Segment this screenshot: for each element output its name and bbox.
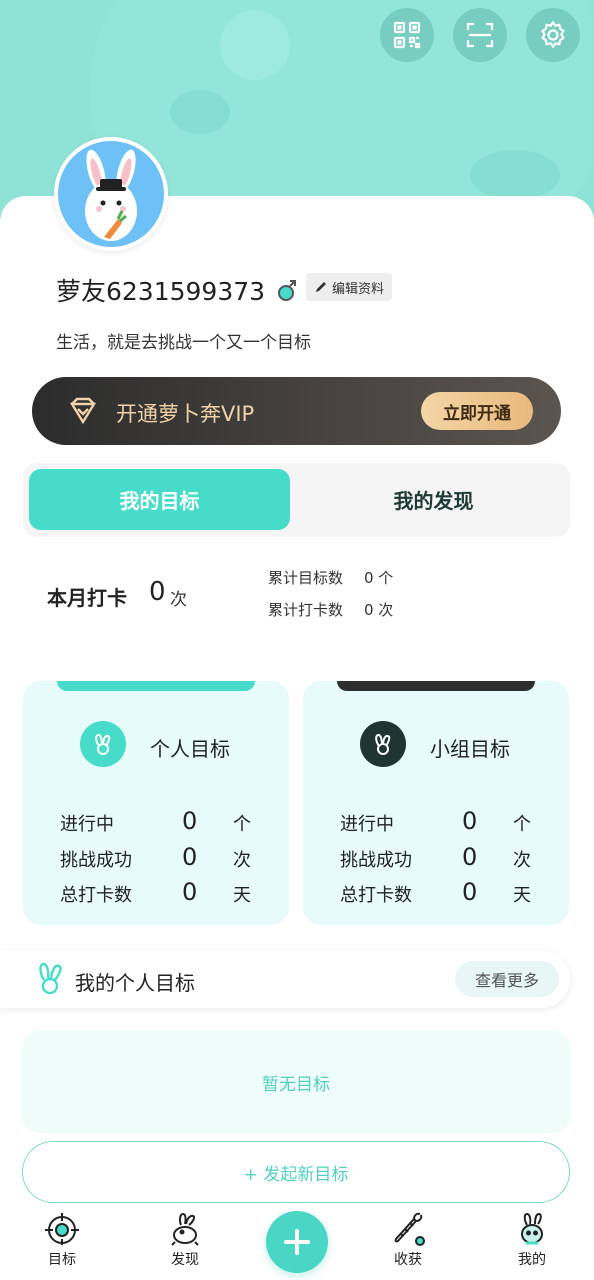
decor-bubble — [470, 150, 560, 200]
nav-label: 发现 — [171, 1252, 199, 1268]
gear-icon — [541, 20, 565, 49]
rabbit-face-icon — [521, 1212, 543, 1245]
qr-code-button[interactable] — [380, 8, 434, 62]
rabbit-ears-icon — [39, 962, 62, 995]
goal-stat-row: 进行中 0 个 — [340, 807, 540, 836]
nav-item-harvest[interactable]: 收获 — [368, 1205, 448, 1269]
monthly-checkin-unit: 次 — [170, 590, 187, 610]
nav-item-mine[interactable]: 我的 — [492, 1205, 572, 1269]
personal-goals-title: 我的个人目标 — [75, 971, 195, 995]
monthly-checkin-label: 本月打卡 — [47, 586, 127, 610]
stat-unit: 次 — [513, 850, 531, 871]
nav-label: 目标 — [48, 1252, 76, 1268]
stat-value: 0 — [182, 843, 198, 871]
total-goals-label: 累计目标数 — [268, 569, 344, 587]
goal-stat-row: 总打卡数 0 天 — [340, 878, 540, 907]
username-row: 萝友6231599373 — [56, 272, 299, 308]
target-icon — [45, 1213, 79, 1245]
stat-value: 0 — [182, 878, 198, 906]
new-goal-button[interactable]: + 发起新目标 — [22, 1141, 570, 1203]
avatar[interactable] — [54, 137, 168, 251]
stat-label: 挑战成功 — [340, 850, 412, 871]
decor-bubble — [220, 10, 290, 80]
vip-open-button[interactable]: 立即开通 — [421, 392, 533, 430]
stat-value: 0 — [462, 807, 478, 835]
stat-label: 总打卡数 — [340, 885, 412, 906]
total-checkins-row: 累计打卡数 0 次 — [268, 599, 393, 620]
group-goal-icon-wrap — [360, 721, 406, 767]
edit-profile-label: 编辑资料 — [332, 281, 385, 297]
total-goals-row: 累计目标数 0 个 — [268, 567, 393, 588]
rabbit-avatar-icon — [85, 149, 137, 241]
vip-text: 开通萝卜奔VIP — [116, 402, 255, 426]
plus-icon — [284, 1229, 310, 1255]
rabbit-ears-icon — [375, 733, 391, 755]
stat-value: 0 — [182, 807, 198, 835]
decor-bubble — [170, 90, 230, 134]
goal-stat-row: 总打卡数 0 天 — [60, 878, 260, 907]
gender-male-icon — [278, 280, 297, 301]
stat-unit: 天 — [513, 885, 531, 906]
qr-code-icon — [393, 21, 421, 49]
total-checkins-label: 累计打卡数 — [268, 601, 344, 619]
group-goal-card[interactable]: 小组目标 进行中 0 个 挑战成功 0 次 总打卡数 0 天 — [303, 681, 569, 925]
goal-stat-row: 挑战成功 0 次 — [60, 843, 260, 872]
carrot-icon — [394, 1212, 425, 1246]
tab-my-goals[interactable]: 我的目标 — [29, 469, 290, 530]
rabbit-run-icon — [171, 1212, 199, 1246]
goal-stat-row: 进行中 0 个 — [60, 807, 260, 836]
edit-profile-button[interactable]: 编辑资料 — [306, 273, 393, 301]
vip-banner[interactable]: 开通萝卜奔VIP 立即开通 — [32, 377, 561, 445]
stat-label: 进行中 — [340, 814, 394, 835]
settings-button[interactable] — [526, 8, 580, 62]
stat-unit: 天 — [233, 885, 251, 906]
view-more-button[interactable]: 查看更多 — [455, 961, 559, 997]
card-accent-bar — [57, 681, 255, 691]
rabbit-ears-icon — [95, 733, 111, 755]
nav-item-discover[interactable]: 发现 — [145, 1205, 225, 1269]
stat-unit: 个 — [513, 814, 531, 835]
personal-goal-card[interactable]: 个人目标 进行中 0 个 挑战成功 0 次 总打卡数 0 天 — [23, 681, 289, 925]
stat-value: 0 — [462, 878, 478, 906]
tab-my-discoveries[interactable]: 我的发现 — [303, 469, 564, 530]
card-accent-bar — [337, 681, 535, 691]
total-checkins-value: 0 次 — [364, 601, 394, 619]
nav-item-goals[interactable]: 目标 — [22, 1205, 102, 1269]
personal-goal-icon-wrap — [80, 721, 126, 767]
add-goal-fab[interactable] — [266, 1211, 328, 1273]
bio-text: 生活，就是去挑战一个又一个目标 — [56, 333, 311, 353]
stat-unit: 个 — [233, 814, 251, 835]
scan-icon — [466, 22, 494, 48]
total-goals-value: 0 个 — [364, 569, 394, 587]
group-goal-title: 小组目标 — [430, 737, 510, 761]
nav-label: 我的 — [518, 1252, 546, 1268]
nav-label: 收获 — [394, 1252, 422, 1268]
stat-label: 进行中 — [60, 814, 114, 835]
stat-label: 挑战成功 — [60, 850, 132, 871]
username: 萝友6231599373 — [56, 277, 266, 306]
pencil-icon — [316, 282, 326, 292]
diamond-icon — [69, 397, 97, 425]
monthly-checkin-count: 0 — [149, 577, 166, 607]
personal-goals-header: 我的个人目标 查看更多 — [0, 950, 570, 1008]
empty-goals-placeholder: 暂无目标 — [22, 1031, 570, 1133]
stat-unit: 次 — [233, 850, 251, 871]
scan-button[interactable] — [453, 8, 507, 62]
personal-goal-title: 个人目标 — [150, 737, 230, 761]
stat-value: 0 — [462, 843, 478, 871]
stat-label: 总打卡数 — [60, 885, 132, 906]
tab-bar: 我的目标 我的发现 — [23, 463, 570, 537]
goal-stat-row: 挑战成功 0 次 — [340, 843, 540, 872]
